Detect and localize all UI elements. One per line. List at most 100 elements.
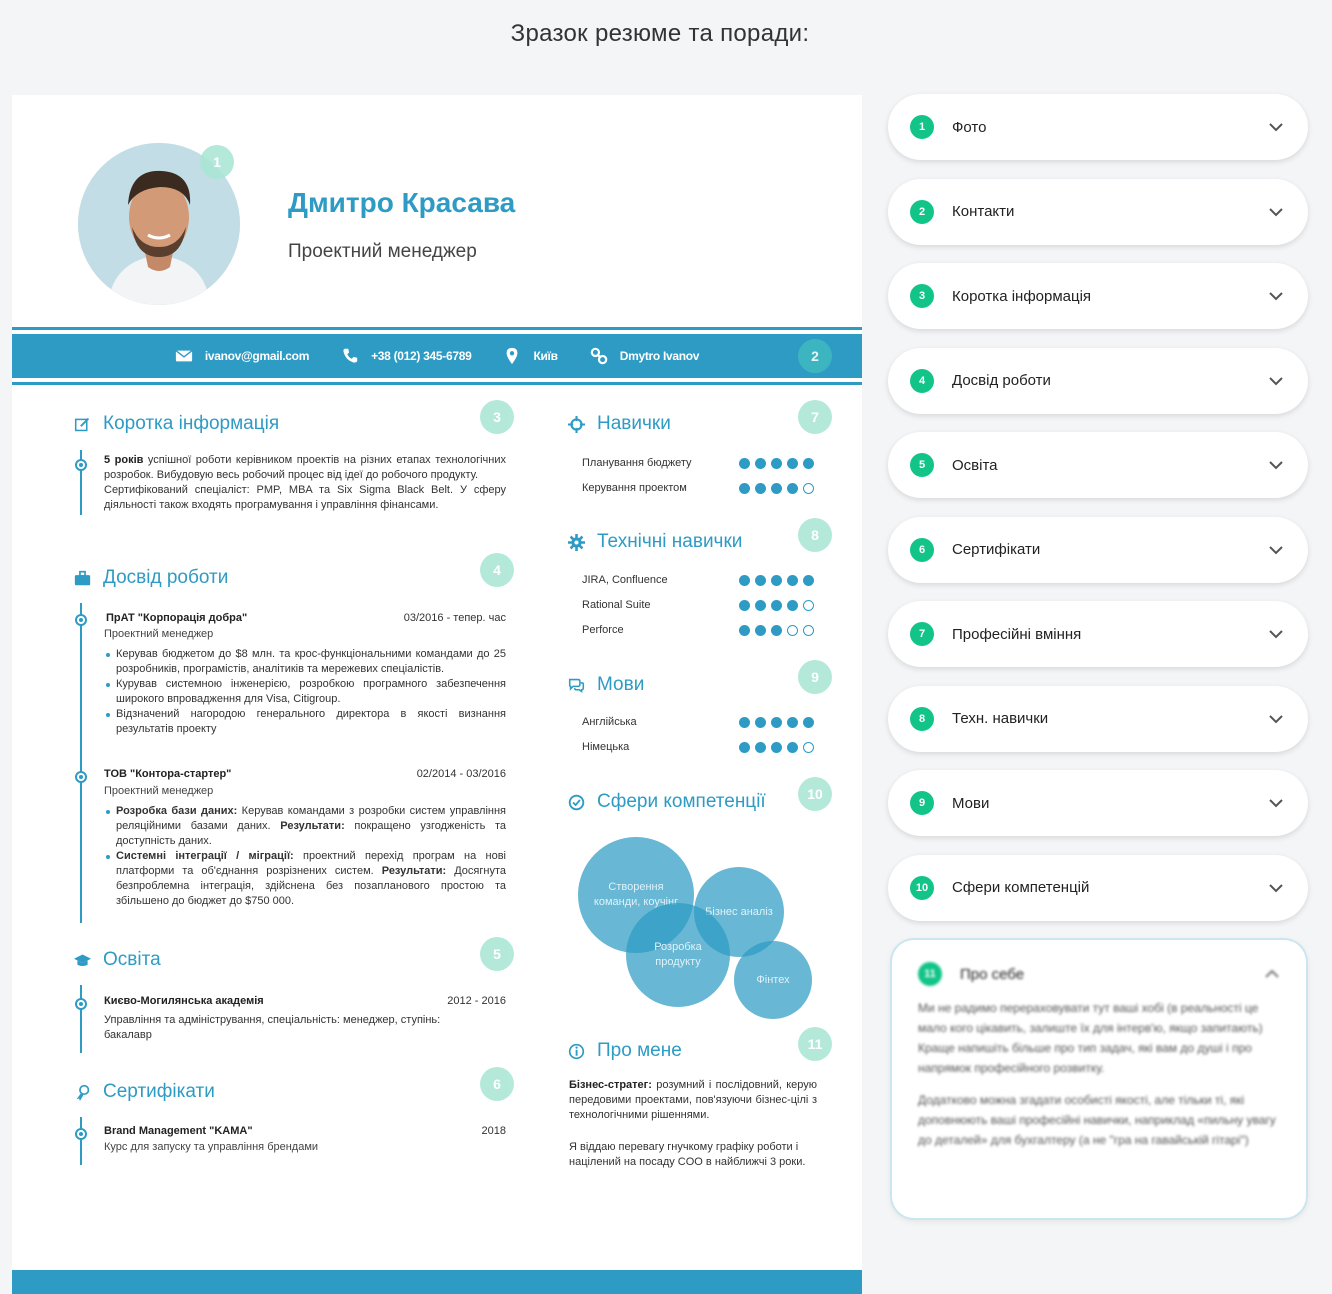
chevron-down-icon[interactable] [1268, 457, 1284, 473]
about-text: Бізнес-стратег: розумний і послідовний, … [569, 1078, 817, 1123]
contact-city: Київ [503, 347, 558, 365]
chevron-up-icon[interactable] [1264, 966, 1280, 982]
chevron-down-icon[interactable] [1268, 626, 1284, 642]
section-summary-title: Коротка інформація [74, 413, 279, 435]
accordion-item[interactable]: 3 Коротка інформація [888, 263, 1308, 329]
timeline-education [80, 985, 82, 1053]
accordion-badge: 6 [910, 537, 934, 562]
accordion-item[interactable]: 8 Техн. навички [888, 685, 1308, 752]
accordion-item[interactable]: 10 Сфери компетенцій [888, 854, 1308, 921]
certificate-details: Курс для запуску та управління брендами [104, 1141, 319, 1153]
phone-icon [343, 348, 358, 363]
accordion-item[interactable]: 4 Досвід роботи [888, 347, 1308, 414]
accordion-badge: 4 [910, 368, 934, 393]
skill-level [739, 457, 814, 469]
chevron-down-icon[interactable] [1268, 204, 1284, 220]
accordion-item[interactable]: 6 Сертифікати [888, 516, 1308, 583]
level-dot-filled [787, 599, 798, 611]
summary-body-2: Сертифікований спеціаліст: PMP, MBA та S… [104, 484, 506, 511]
accordion-badge: 8 [910, 706, 934, 731]
level-dot-empty [803, 599, 814, 611]
accordion-badge: 10 [910, 875, 934, 900]
chevron-down-icon[interactable] [1268, 795, 1284, 811]
education-dates: 2012 - 2016 [447, 995, 506, 1007]
level-dot-filled [771, 482, 782, 494]
level-dot-filled [739, 624, 750, 636]
job-2-company: ТОВ "Контора-стартер" [104, 768, 232, 780]
section-education-title: Освіта [74, 949, 161, 971]
accordion-item[interactable]: 9 Мови [888, 770, 1308, 836]
level-dot-filled [739, 741, 750, 753]
skill-name: Планування бюджету [582, 457, 692, 469]
level-dot-filled [787, 457, 798, 469]
education-school: Києво-Могилянська академія [104, 995, 264, 1007]
job-2-bullet-2-bold-2: Результати: [381, 865, 447, 877]
tip-paragraph: Ми не радимо перераховувати тут ваші хоб… [918, 1001, 1263, 1075]
chat-bubbles-icon [568, 678, 585, 693]
about-bold: Бізнес-стратег: [569, 1079, 652, 1091]
job-1-position: Проектний менеджер [104, 628, 214, 640]
marker-4: 4 [480, 553, 514, 587]
level-dot-empty [787, 624, 798, 636]
timeline-dot [75, 614, 87, 626]
accordion-badge: 3 [910, 284, 934, 308]
resume-name: Дмитро Красава [288, 187, 516, 218]
section-competencies-title: Сфери компетенції [568, 791, 766, 813]
level-dot-filled [755, 624, 766, 636]
job-1-bullet: Відзначений нагородою генерального дирек… [106, 708, 506, 735]
level-dot-filled [771, 457, 782, 469]
level-dot-empty [803, 482, 814, 494]
tech-skill-row: Rational Suite [582, 599, 814, 611]
level-dot-filled [739, 457, 750, 469]
level-dot-filled [755, 457, 766, 469]
job-2-bullets: Розробка бази даних: Керував командами з… [104, 804, 506, 909]
check-circle-icon [568, 794, 585, 810]
chevron-down-icon[interactable] [1268, 880, 1284, 896]
accordion-item-open[interactable]: 11 Про себе Ми не радимо перераховувати … [892, 940, 1306, 1218]
tech-skill-level [739, 574, 814, 586]
accordion-item[interactable]: 5 Освіта [888, 432, 1308, 498]
section-tech-skills-title: Технічні навички [568, 531, 742, 553]
tech-skill-name: Perforce [582, 624, 624, 636]
education-details: Управління та адміністрування, спеціальн… [104, 1014, 441, 1041]
chevron-down-icon[interactable] [1268, 288, 1284, 304]
briefcase-icon [74, 570, 91, 585]
tech-skill-row: Perforce [582, 624, 814, 636]
summary-text: 5 років успішної роботи керівником проек… [104, 453, 506, 513]
level-dot-filled [739, 599, 750, 611]
tech-skill-name: Rational Suite [582, 599, 651, 611]
location-pin-icon [507, 347, 518, 365]
info-icon [568, 1043, 585, 1059]
language-name: Німецька [582, 741, 630, 753]
about-text-2: Я віддаю перевагу гнучкому графіку робот… [569, 1141, 806, 1168]
section-experience-label: Досвід роботи [103, 567, 229, 588]
tip-paragraph: Додатково можна згадати особисті якості,… [918, 1093, 1276, 1147]
chevron-down-icon[interactable] [1268, 373, 1284, 389]
chevron-down-icon[interactable] [1268, 119, 1284, 135]
accordion-open-content: 11 Про себе Ми не радимо перераховувати … [918, 962, 1280, 1150]
summary-bold: 5 років [104, 454, 144, 466]
level-dot-filled [739, 482, 750, 494]
accordion-badge: 9 [910, 791, 934, 815]
accordion-item[interactable]: 7 Професійні вміння [888, 601, 1308, 667]
accordion-label: Контакти [952, 203, 1015, 220]
accordion-open-header[interactable]: 11 Про себе [918, 962, 1280, 986]
skill-name: Керування проектом [582, 482, 687, 494]
level-dot-empty [803, 624, 814, 636]
job-1-bullets: Керував бюджетом до $8 млн. та крос-функ… [104, 647, 506, 737]
contact-city-text: Київ [533, 349, 558, 363]
chevron-down-icon[interactable] [1268, 542, 1284, 558]
mail-icon [175, 350, 193, 362]
accordion-label: Коротка інформація [952, 287, 1092, 305]
section-experience-title: Досвід роботи [74, 567, 228, 589]
tech-skill-level [739, 624, 814, 636]
accordion-item[interactable]: 2 Контакти [888, 178, 1308, 245]
job-2-bullet: Розробка бази даних: Керував командами з… [106, 804, 506, 849]
chevron-down-icon[interactable] [1268, 711, 1284, 727]
page-title: Зразок резюме та поради: [510, 20, 810, 47]
accordion-label: Сфери компетенцій [952, 879, 1090, 896]
marker-11: 11 [798, 1027, 832, 1061]
marker-10: 10 [798, 777, 832, 811]
certificate-header: Brand Management "KAMA" 2018 [104, 1125, 506, 1137]
accordion-item[interactable]: 1 Фото [888, 94, 1308, 160]
